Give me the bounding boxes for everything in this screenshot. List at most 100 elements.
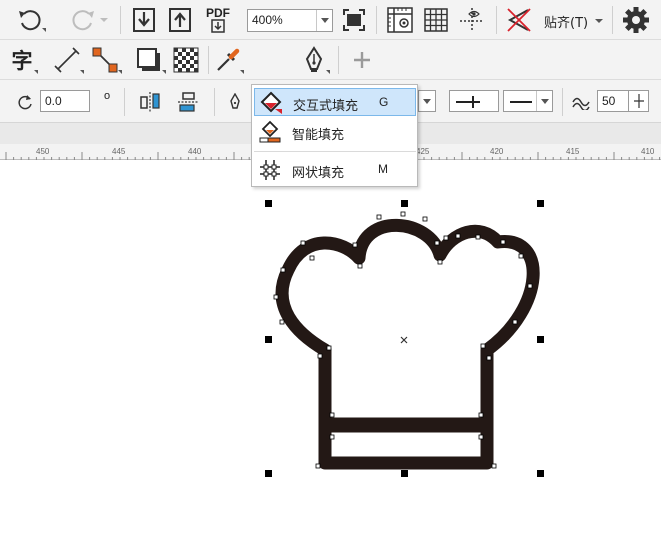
curve-node[interactable]	[279, 319, 285, 325]
curve-node[interactable]	[300, 240, 306, 246]
eyedropper-icon	[217, 48, 240, 71]
dimension-tool[interactable]	[50, 44, 84, 76]
curve-node[interactable]	[326, 345, 332, 351]
curve-node[interactable]	[478, 434, 484, 440]
curve-node[interactable]	[317, 353, 323, 359]
selection-handle[interactable]	[537, 470, 544, 477]
curve-node[interactable]	[352, 242, 358, 248]
curve-node[interactable]	[500, 239, 506, 245]
menu-item-interactive-fill[interactable]: 交互式填充 G	[254, 88, 416, 116]
curve-node[interactable]	[309, 255, 315, 261]
zoom-level-value: 400%	[252, 13, 283, 27]
rotation-angle-input[interactable]: 0.0	[40, 90, 90, 112]
chevron-down-icon	[423, 98, 431, 104]
toolbar-divider	[612, 6, 613, 34]
curve-node[interactable]	[455, 233, 461, 239]
outline-width-dropdown-button[interactable]	[419, 91, 435, 111]
chef-hat-shape[interactable]	[275, 218, 540, 470]
toolbar-divider	[208, 46, 209, 74]
show-guidelines-button[interactable]	[456, 4, 488, 36]
flyout-indicator-icon	[326, 70, 330, 74]
curve-node[interactable]	[527, 283, 533, 289]
zoom-level-combo[interactable]: 400%	[247, 9, 333, 32]
curve-node[interactable]	[437, 259, 443, 265]
menu-divider	[254, 151, 416, 152]
text-tool[interactable]: 字	[6, 44, 38, 76]
start-arrowhead-selector[interactable]	[449, 90, 499, 112]
curve-node[interactable]	[434, 240, 440, 246]
selection-handle[interactable]	[401, 470, 408, 477]
snap-to-dropdown[interactable]: 贴齐(T)	[544, 12, 588, 31]
customize-toolbox-button[interactable]	[348, 46, 376, 74]
interactive-fill-icon	[260, 91, 282, 114]
full-screen-preview-button[interactable]	[340, 6, 368, 34]
smoothing-value-input[interactable]: 50	[597, 90, 629, 112]
connector-tool[interactable]	[88, 44, 122, 76]
mirror-vertical-button[interactable]	[175, 89, 201, 115]
selection-handle[interactable]	[401, 200, 408, 207]
curve-node[interactable]	[273, 294, 279, 300]
mirror-horizontal-button[interactable]	[137, 89, 163, 115]
show-grid-button[interactable]	[420, 4, 452, 36]
undo-button[interactable]	[14, 6, 46, 34]
slider-icon	[633, 94, 644, 108]
snap-to-label: 贴齐(T)	[544, 16, 589, 31]
curve-node[interactable]	[512, 319, 518, 325]
curve-node[interactable]	[329, 434, 335, 440]
selection-handle[interactable]	[265, 200, 272, 207]
curve-node[interactable]	[518, 253, 524, 259]
line-style-selector[interactable]	[503, 90, 553, 112]
mesh-fill-icon	[260, 160, 280, 180]
menu-item-smart-fill[interactable]: 智能填充	[254, 118, 416, 146]
line-style-dropdown-button[interactable]	[536, 91, 552, 111]
curve-node[interactable]	[280, 267, 286, 273]
import-button[interactable]	[130, 6, 158, 34]
smart-fill-icon	[259, 120, 281, 143]
flyout-indicator-icon	[162, 70, 166, 74]
curve-node[interactable]	[443, 235, 449, 241]
show-rulers-button[interactable]	[384, 4, 416, 36]
curve-node[interactable]	[329, 412, 335, 418]
snap-off-button[interactable]	[502, 4, 536, 36]
curve-node[interactable]	[475, 234, 481, 240]
outline-pen-small[interactable]	[224, 91, 246, 113]
redo-dropdown-icon[interactable]	[99, 16, 109, 24]
publish-pdf-button[interactable]: PDF	[202, 4, 234, 36]
export-icon	[169, 8, 191, 32]
undo-dropdown-icon[interactable]	[42, 28, 46, 32]
toolbar-divider	[214, 88, 215, 116]
smoothing-curve-icon	[572, 97, 590, 110]
rotation-angle-value: 0.0	[45, 94, 62, 108]
curve-node[interactable]	[357, 263, 363, 269]
drawing-canvas[interactable]	[0, 160, 661, 548]
drop-shadow-tool[interactable]	[132, 44, 166, 76]
options-button[interactable]	[620, 5, 652, 35]
outline-width-dropdown[interactable]	[418, 90, 436, 112]
menu-item-label: 交互式填充	[293, 99, 359, 114]
line-style-preview	[510, 101, 532, 103]
curve-node[interactable]	[376, 214, 382, 220]
curve-node[interactable]	[478, 412, 484, 418]
outline-pen-tool[interactable]	[298, 44, 330, 76]
curve-node[interactable]	[400, 211, 406, 217]
zoom-dropdown-button[interactable]	[316, 10, 332, 31]
selection-handle[interactable]	[537, 200, 544, 207]
redo-button[interactable]	[68, 6, 110, 34]
plus-icon	[354, 52, 370, 68]
menu-item-mesh-fill[interactable]: 网状填充 M	[254, 156, 416, 184]
curve-node[interactable]	[491, 463, 497, 469]
selection-handle[interactable]	[265, 470, 272, 477]
curve-node[interactable]	[486, 355, 492, 361]
curve-node[interactable]	[480, 343, 486, 349]
transparency-tool[interactable]	[170, 44, 202, 76]
smoothing-slider-button[interactable]	[629, 90, 649, 112]
selection-handle[interactable]	[265, 336, 272, 343]
curve-node[interactable]	[315, 463, 321, 469]
eyedropper-tool[interactable]	[212, 44, 244, 76]
center-marker	[400, 336, 408, 344]
curve-node[interactable]	[422, 216, 428, 222]
chevron-down-icon[interactable]	[594, 17, 604, 25]
selection-handle[interactable]	[537, 336, 544, 343]
export-button[interactable]	[166, 6, 194, 34]
degree-symbol: o	[104, 90, 111, 102]
